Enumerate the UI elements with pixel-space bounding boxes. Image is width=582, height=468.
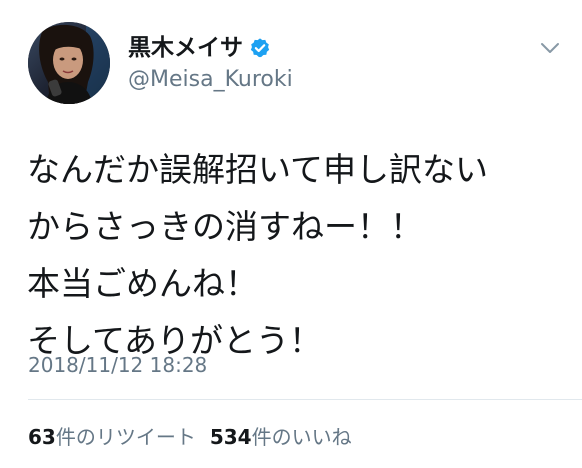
user-handle[interactable]: @Meisa_Kuroki [128, 66, 293, 94]
tweet-line: からさっきの消すねー！！ [27, 207, 423, 246]
retweet-count-link[interactable]: 63件のリツイート [28, 424, 196, 450]
avatar-image [28, 22, 110, 104]
avatar[interactable] [28, 22, 110, 104]
divider [28, 399, 582, 400]
display-name[interactable]: 黒木メイサ [128, 34, 243, 62]
verified-badge-icon [249, 37, 271, 59]
tweet-timestamp[interactable]: 2018/11/12 18:28 [28, 352, 207, 378]
tweet-text: なんだか誤解招いて申し訳ない からさっきの消すねー！！ 本当ごめんね！ そしてあ… [27, 141, 567, 369]
retweet-label: 件のリツイート [55, 425, 196, 449]
chevron-down-icon[interactable] [538, 40, 562, 56]
display-name-row[interactable]: 黒木メイサ [128, 34, 271, 62]
retweet-count: 63 [28, 425, 56, 449]
like-count: 534 [209, 425, 252, 449]
like-count-link[interactable]: 534件のいいね [210, 424, 352, 450]
tweet-line: なんだか誤解招いて申し訳ない [27, 150, 489, 189]
tweet-line: 本当ごめんね！ [27, 264, 258, 303]
tweet-stats: 63件のリツイート 534件のいいね [28, 424, 352, 450]
tweet-card: 黒木メイサ @Meisa_Kuroki なんだか誤解招いて申し訳ない からさっき… [0, 0, 582, 468]
like-label: 件のいいね [251, 425, 352, 449]
